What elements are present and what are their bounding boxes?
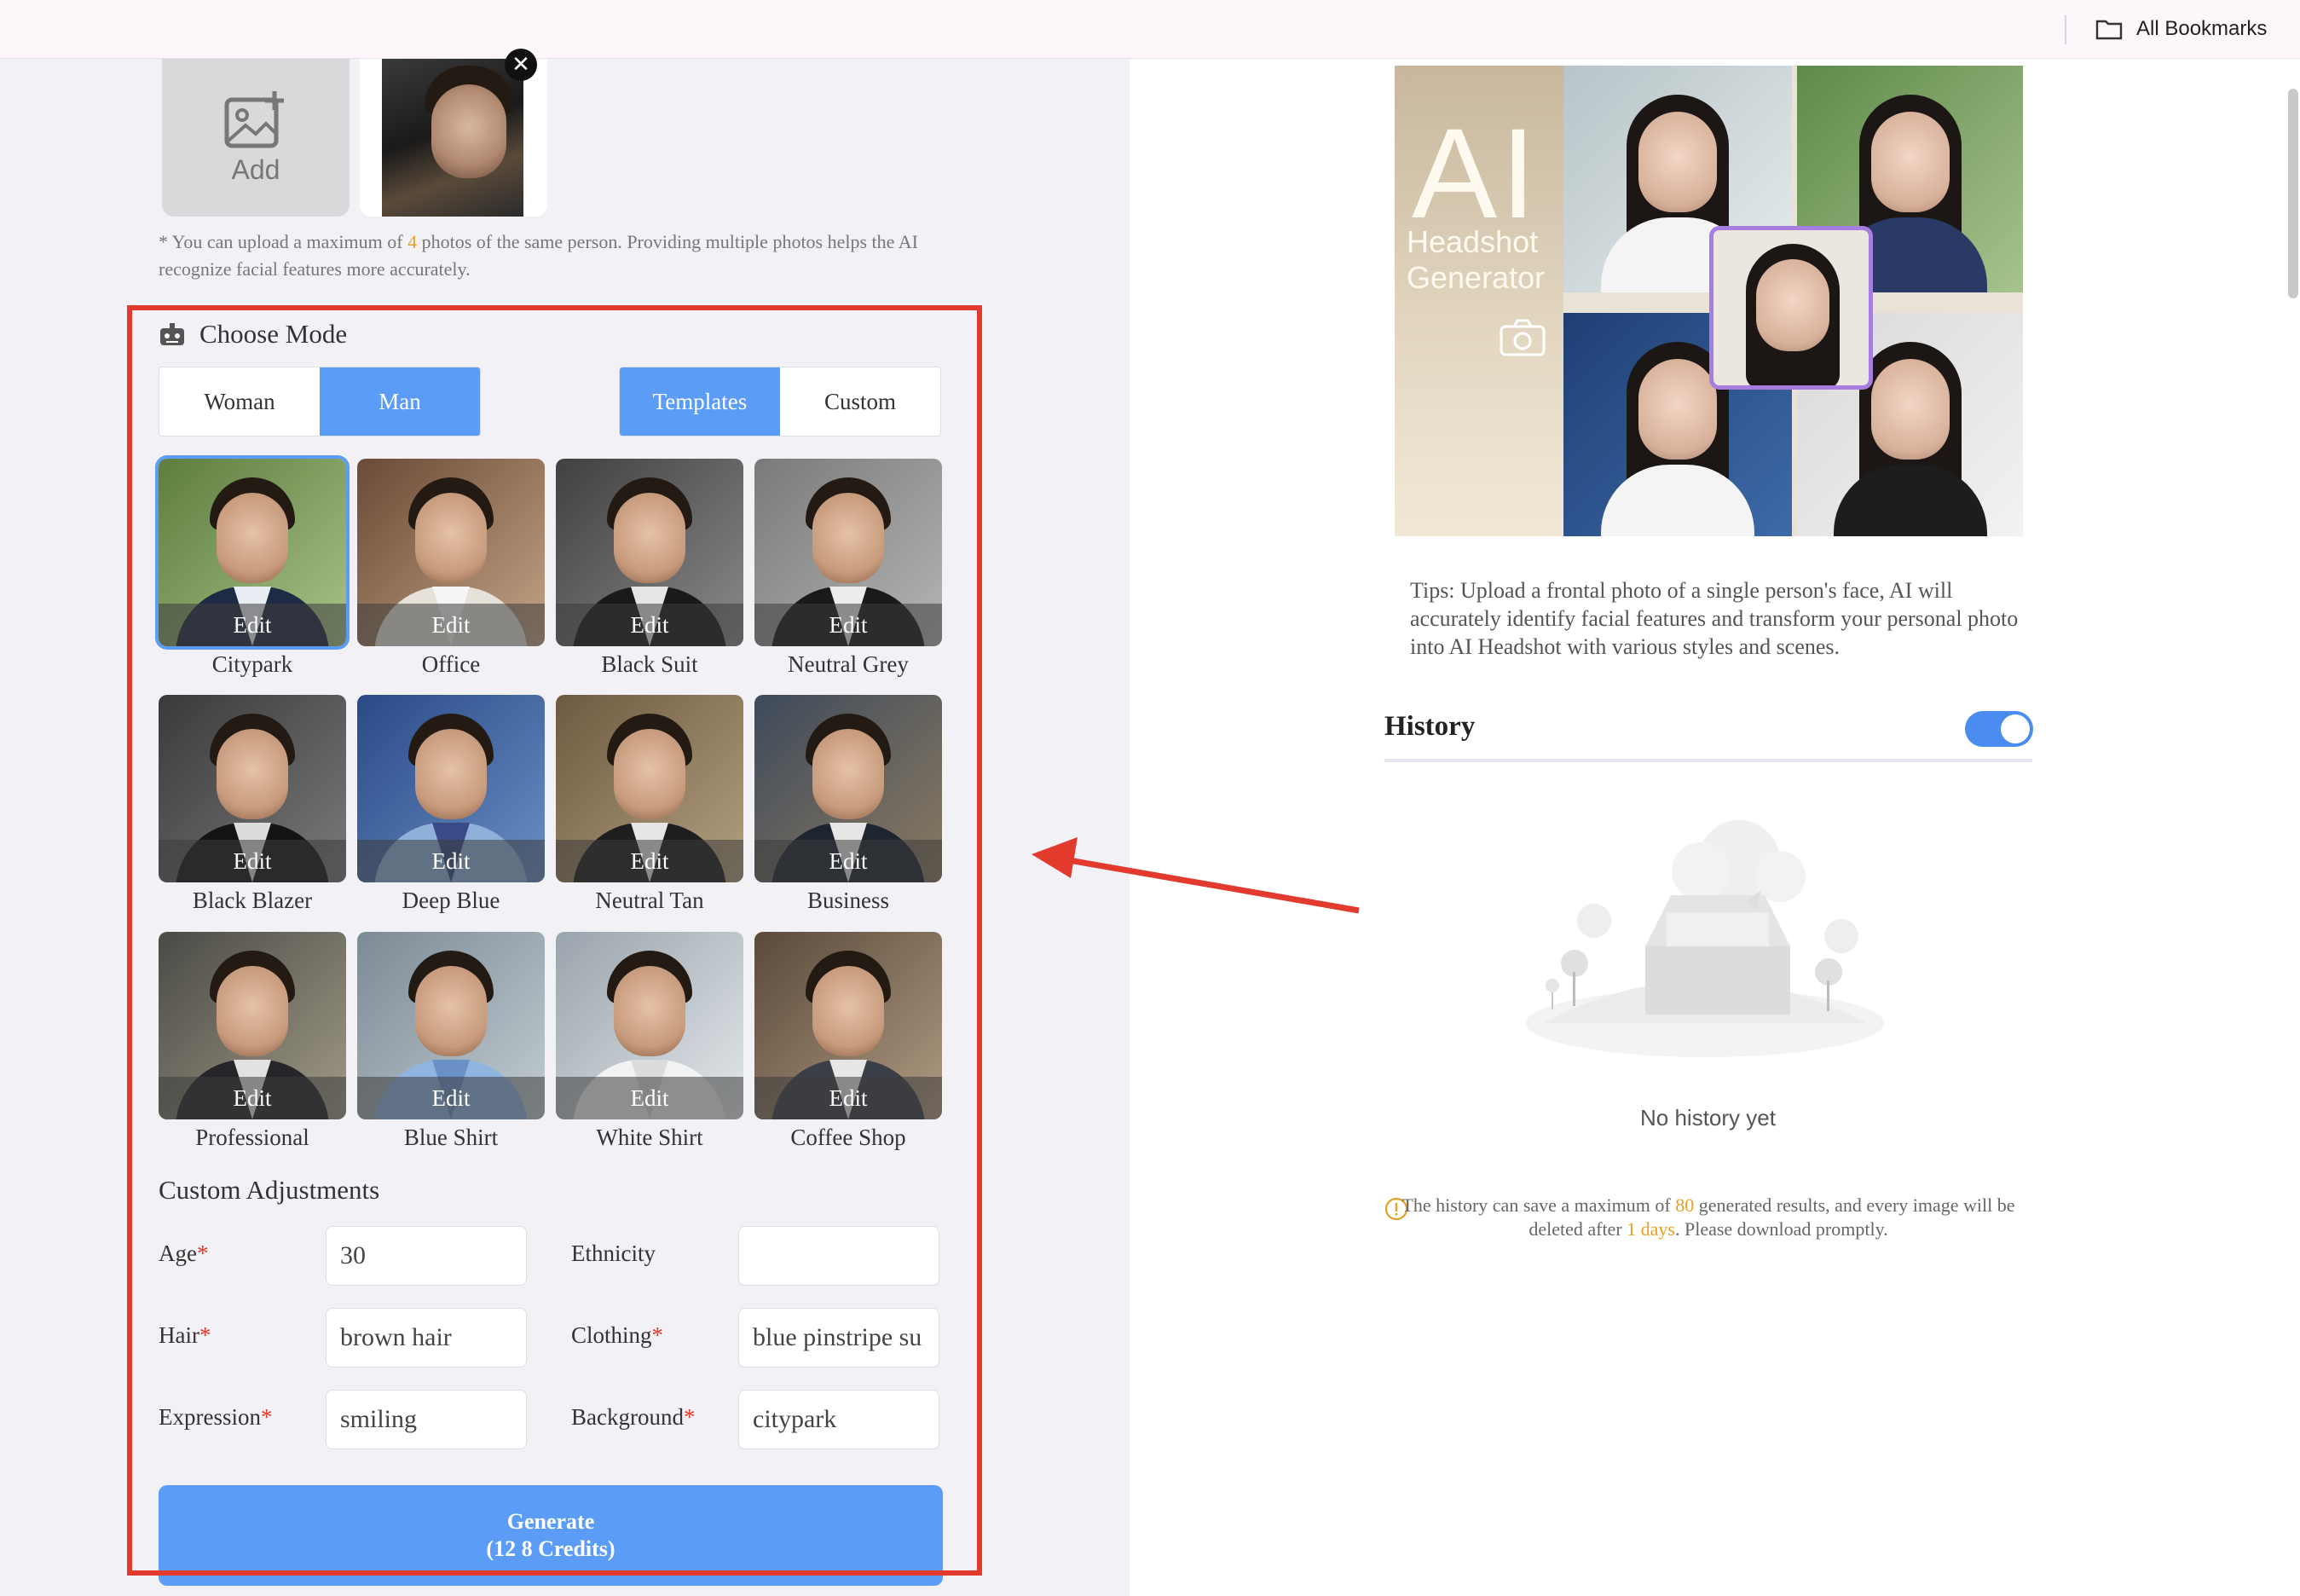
generate-button[interactable]: Generate (12 8 Credits) — [159, 1485, 943, 1586]
promo-center-photo — [1709, 226, 1873, 390]
template-label: Citypark — [211, 651, 293, 677]
mode-custom-option[interactable]: Custom — [780, 367, 940, 436]
no-history-text: No history yet — [1640, 1105, 1776, 1130]
red-arrow-annotation — [1032, 837, 1360, 914]
template-card-office[interactable]: Edit Office — [357, 459, 545, 678]
remove-photo-button[interactable]: ✕ — [505, 49, 537, 81]
template-thumbnail: Edit — [159, 695, 346, 882]
bookmarks-separator — [2065, 15, 2066, 44]
template-label: Neutral Tan — [595, 888, 704, 913]
template-edit-button[interactable]: Edit — [754, 604, 942, 646]
template-edit-button[interactable]: Edit — [556, 840, 743, 882]
template-thumbnail: Edit — [754, 695, 942, 882]
template-thumbnail: Edit — [556, 459, 743, 646]
template-card-coffee-shop[interactable]: Edit Coffee Shop — [754, 932, 942, 1151]
template-label: Office — [421, 651, 481, 677]
template-card-black-suit[interactable]: Edit Black Suit — [556, 459, 743, 678]
age-label: Age* — [159, 1240, 209, 1266]
add-image-icon — [224, 91, 284, 148]
template-edit-button[interactable]: Edit — [754, 840, 942, 882]
template-label: Coffee Shop — [790, 1125, 906, 1150]
template-thumbnail: Edit — [159, 932, 346, 1119]
folder-icon — [2095, 20, 2123, 40]
template-card-blue-shirt[interactable]: Edit Blue Shirt — [357, 932, 545, 1151]
template-card-white-shirt[interactable]: Edit White Shirt — [556, 932, 743, 1151]
gender-selector: Woman Man — [159, 367, 481, 437]
template-label: Black Suit — [601, 651, 698, 677]
empty-box-illustration — [1526, 820, 1884, 1057]
template-thumbnail: Edit — [357, 932, 545, 1119]
generate-label: Generate — [506, 1509, 595, 1534]
template-edit-button[interactable]: Edit — [357, 840, 545, 882]
all-bookmarks-label: All Bookmarks — [2136, 17, 2268, 40]
template-label: Blue Shirt — [403, 1125, 499, 1150]
gender-man-option[interactable]: Man — [320, 367, 480, 436]
template-edit-button[interactable]: Edit — [754, 1077, 942, 1119]
template-label: Business — [806, 888, 890, 913]
clothing-input[interactable] — [738, 1308, 939, 1368]
custom-adjustments-title: Custom Adjustments — [159, 1175, 380, 1205]
template-card-neutral-tan[interactable]: Edit Neutral Tan — [556, 695, 743, 914]
template-thumbnail: Edit — [754, 932, 942, 1119]
uploaded-photo: ✕ — [360, 49, 547, 217]
all-bookmarks-button[interactable]: All Bookmarks — [2095, 12, 2267, 46]
uploaded-photo-image — [382, 59, 523, 217]
template-label: Professional — [195, 1125, 309, 1150]
template-thumbnail: Edit — [357, 459, 545, 646]
template-edit-button[interactable]: Edit — [357, 604, 545, 646]
ethnicity-input[interactable] — [738, 1226, 939, 1286]
template-card-deep-blue[interactable]: Edit Deep Blue — [357, 695, 545, 914]
page-scrollbar[interactable] — [2288, 89, 2298, 298]
camera-icon — [1500, 319, 1546, 356]
gender-woman-option[interactable]: Woman — [159, 367, 320, 436]
background-input[interactable] — [738, 1390, 939, 1449]
template-card-black-blazer[interactable]: Edit Black Blazer — [159, 695, 346, 914]
choose-mode-title: Choose Mode — [199, 319, 348, 349]
background-label: Background* — [571, 1404, 696, 1430]
clothing-label: Clothing* — [571, 1322, 664, 1348]
template-edit-button[interactable]: Edit — [159, 840, 346, 882]
upload-note: * You can upload a maximum of 4 photos o… — [159, 231, 918, 280]
template-thumbnail: Edit — [556, 695, 743, 882]
close-icon: ✕ — [511, 52, 530, 78]
template-thumbnail: Edit — [357, 695, 545, 882]
history-title: History — [1384, 711, 1476, 742]
hair-label: Hair* — [159, 1322, 211, 1348]
add-photo-button[interactable]: Add — [162, 59, 350, 217]
template-label: White Shirt — [596, 1125, 703, 1150]
template-edit-button[interactable]: Edit — [556, 604, 743, 646]
bookmarks-bar: All Bookmarks — [0, 0, 2300, 59]
template-edit-button[interactable]: Edit — [556, 1077, 743, 1119]
template-card-neutral-grey[interactable]: Edit Neutral Grey — [754, 459, 942, 678]
template-card-business[interactable]: Edit Business — [754, 695, 942, 914]
mode-templates-option[interactable]: Templates — [620, 367, 780, 436]
promo-banner: AI Headshot Generator — [1395, 66, 2023, 536]
age-input[interactable] — [326, 1226, 527, 1286]
tips-text: Tips: Upload a frontal photo of a single… — [1410, 578, 2019, 659]
choose-mode-header: Choose Mode — [159, 317, 347, 351]
template-thumbnail: Edit — [754, 459, 942, 646]
template-thumbnail: Edit — [159, 459, 346, 646]
expression-label: Expression* — [159, 1404, 273, 1430]
template-edit-button[interactable]: Edit — [159, 1077, 346, 1119]
robot-icon — [160, 323, 184, 345]
template-thumbnail: Edit — [556, 932, 743, 1119]
history-note: The history can save a maximum of 80 gen… — [1401, 1194, 2015, 1240]
template-edit-button[interactable]: Edit — [159, 604, 346, 646]
history-divider — [1384, 759, 2032, 762]
template-label: Neutral Grey — [788, 651, 909, 677]
template-label: Deep Blue — [402, 888, 500, 913]
promo-generator-text: Headshot Generator — [1407, 224, 1546, 295]
expression-input[interactable] — [326, 1390, 527, 1449]
ethnicity-label: Ethnicity — [571, 1240, 656, 1266]
template-label: Black Blazer — [192, 888, 313, 913]
template-card-professional[interactable]: Edit Professional — [159, 932, 346, 1151]
template-card-citypark[interactable]: Edit Citypark — [159, 459, 346, 678]
add-photo-label: Add — [231, 154, 280, 185]
template-edit-button[interactable]: Edit — [357, 1077, 545, 1119]
mode-selector: Templates Custom — [619, 367, 941, 437]
generate-credits: (12 8 Credits) — [486, 1536, 615, 1561]
hair-input[interactable] — [326, 1308, 527, 1368]
history-toggle[interactable] — [1965, 711, 2033, 747]
